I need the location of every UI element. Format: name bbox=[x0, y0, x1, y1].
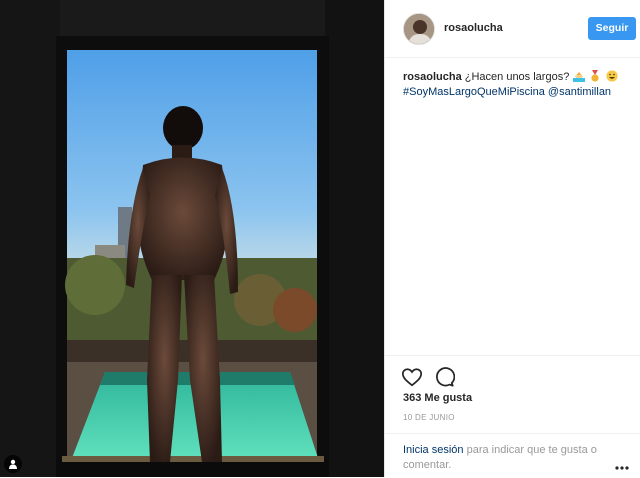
header-username-link[interactable]: rosaolucha bbox=[444, 22, 503, 34]
comment-icon[interactable] bbox=[433, 366, 456, 388]
grinning-emoji bbox=[605, 70, 618, 82]
post-header: rosaolucha Seguir bbox=[385, 0, 640, 58]
mention-link[interactable]: @santimillan bbox=[548, 86, 611, 98]
house-with-pool-emoji bbox=[573, 72, 586, 82]
login-link[interactable]: Inicia sesión bbox=[403, 444, 464, 456]
follow-button[interactable]: Seguir bbox=[588, 17, 636, 40]
more-options-icon[interactable] bbox=[614, 458, 630, 470]
post-date[interactable]: 10 DE JUNIO bbox=[403, 413, 455, 422]
user-tag-icon[interactable] bbox=[4, 455, 22, 473]
post-actions: 363 Me gusta 10 DE JUNIO Inicia sesión p… bbox=[385, 355, 640, 475]
heart-icon[interactable] bbox=[401, 366, 423, 388]
login-text: Inicia sesión para indicar que te gusta … bbox=[403, 443, 613, 473]
post-photo[interactable] bbox=[0, 0, 384, 477]
caption-text: ¿Hacen unos largos? bbox=[464, 71, 570, 83]
post-caption: rosaolucha ¿Hacen unos largos? #SoyMasLa… bbox=[403, 70, 633, 100]
post-image bbox=[0, 0, 384, 477]
caption-username-link[interactable]: rosaolucha bbox=[403, 71, 462, 83]
likes-count[interactable]: 363 Me gusta bbox=[403, 392, 472, 404]
avatar[interactable] bbox=[403, 13, 435, 45]
instagram-post: rosaolucha Seguir rosaolucha ¿Hacen unos… bbox=[0, 0, 640, 477]
login-prompt: Inicia sesión para indicar que te gusta … bbox=[385, 433, 640, 478]
medal-emoji bbox=[591, 70, 600, 82]
hashtag-link[interactable]: #SoyMasLargoQueMiPiscina bbox=[403, 86, 545, 98]
post-sidebar: rosaolucha Seguir rosaolucha ¿Hacen unos… bbox=[384, 0, 640, 477]
